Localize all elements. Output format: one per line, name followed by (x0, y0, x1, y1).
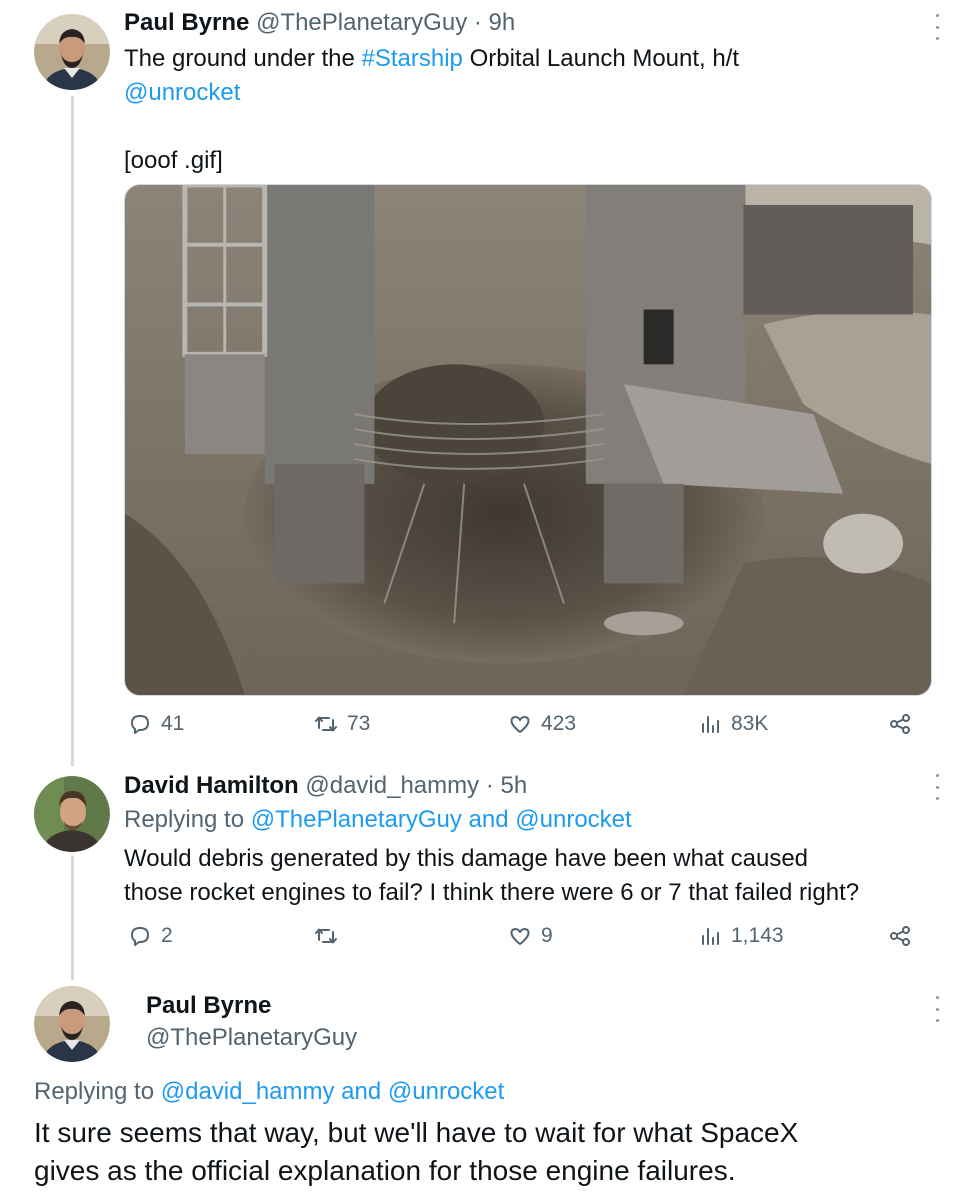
replying-and-label: and (461, 806, 516, 833)
reply-count: 41 (161, 712, 185, 735)
mention-link[interactable]: @unrocket (388, 1078, 504, 1105)
tweet2-replying-to: Replying to @ThePlanetaryGuy and @unrock… (124, 803, 632, 837)
views-button[interactable]: 1,143 (698, 924, 784, 948)
share-icon (890, 926, 910, 946)
views-icon (702, 716, 719, 733)
hashtag-link[interactable]: #Starship (362, 45, 463, 72)
reply-count: 2 (161, 924, 173, 947)
like-icon (510, 716, 530, 733)
author-name[interactable]: Paul Byrne (124, 9, 249, 36)
tweet2-header: David Hamilton @david_hammy · 5h (124, 771, 527, 801)
mention-link[interactable]: @unrocket (124, 79, 240, 106)
like-button[interactable]: 423 (508, 712, 576, 736)
replying-to-label: Replying to (124, 806, 251, 833)
more-icon[interactable] (932, 14, 942, 40)
retweet-icon (315, 716, 337, 732)
share-button[interactable] (888, 924, 912, 948)
tweet1-text: The ground under the #Starship Orbital L… (124, 42, 739, 76)
tweet3-text-line2: gives as the official explanation for th… (34, 1155, 736, 1186)
dot-separator: · (473, 9, 482, 36)
avatar-david-hamilton[interactable] (34, 776, 110, 852)
dot-separator: · (485, 772, 494, 799)
retweet-icon (315, 928, 337, 944)
like-icon (510, 928, 530, 945)
gif-caption: [ooof .gif] (124, 147, 223, 174)
tweet2-text-line2: those rocket engines to fail? I think th… (124, 879, 860, 906)
mention-link[interactable]: @ThePlanetaryGuy (251, 806, 462, 833)
mention-link[interactable]: @david_hammy (161, 1078, 335, 1105)
tweet-time[interactable]: 9h (489, 9, 516, 36)
thread-line (71, 856, 74, 980)
author-name[interactable]: David Hamilton (124, 772, 299, 799)
replying-and-label: and (334, 1078, 388, 1105)
tweet1-header: Paul Byrne @ThePlanetaryGuy · 9h (124, 8, 515, 38)
share-icon (890, 714, 910, 734)
reply-button[interactable]: 2 (128, 924, 173, 948)
author-handle[interactable]: @david_hammy (305, 772, 479, 799)
share-button[interactable] (888, 712, 912, 736)
reply-button[interactable]: 41 (128, 712, 184, 736)
reply-icon (131, 927, 149, 946)
like-button[interactable]: 9 (508, 924, 553, 948)
tweet1-mention-line: @unrocket (124, 76, 240, 110)
author-name[interactable]: Paul Byrne (146, 990, 357, 1022)
retweet-count: 73 (347, 712, 371, 735)
tweet-text-segment: The ground under the (124, 45, 362, 72)
tweet3-replying-to: Replying to @david_hammy and @unrocket (34, 1075, 504, 1109)
tweet1-actions: 41 73 423 83K (124, 712, 914, 742)
author-handle[interactable]: @ThePlanetaryGuy (146, 1022, 357, 1054)
avatar-paul-byrne[interactable] (34, 14, 110, 90)
author-handle[interactable]: @ThePlanetaryGuy (256, 9, 467, 36)
avatar-paul-byrne[interactable] (34, 986, 110, 1062)
tweet2-text-line1: Would debris generated by this damage ha… (124, 845, 809, 872)
tweet-media-image[interactable] (124, 184, 932, 696)
like-count: 9 (541, 924, 553, 947)
mention-link[interactable]: @unrocket (515, 806, 631, 833)
tweet3-text-line1: It sure seems that way, but we'll have t… (34, 1117, 799, 1148)
tweet-text-segment: Orbital Launch Mount, h/t (462, 45, 740, 72)
replying-to-label: Replying to (34, 1078, 161, 1105)
tweet-time[interactable]: 5h (500, 772, 527, 799)
views-icon (702, 928, 719, 945)
thread-line (71, 96, 74, 766)
views-count: 1,143 (731, 924, 784, 947)
views-count: 83K (731, 712, 769, 735)
tweet2-actions: 2 9 1,143 (124, 924, 914, 954)
tweet3-author-block: Paul Byrne @ThePlanetaryGuy (146, 990, 357, 1054)
more-icon[interactable] (932, 774, 942, 800)
reply-icon (131, 715, 149, 734)
more-icon[interactable] (932, 996, 942, 1022)
retweet-button[interactable] (314, 924, 347, 948)
like-count: 423 (541, 712, 577, 735)
views-button[interactable]: 83K (698, 712, 768, 736)
retweet-button[interactable]: 73 (314, 712, 370, 736)
